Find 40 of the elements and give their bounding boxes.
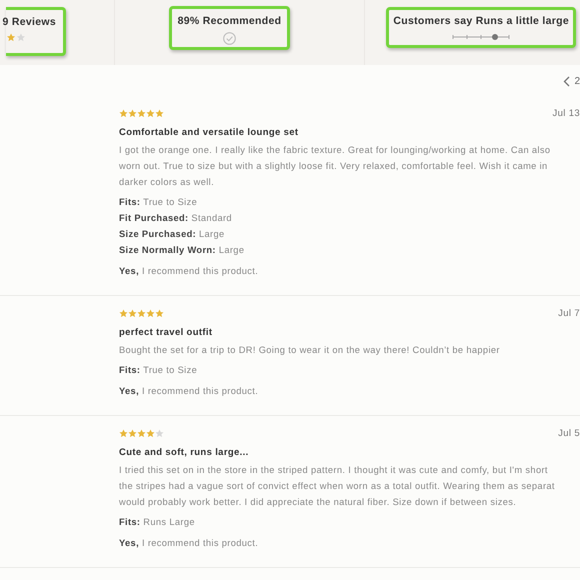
- star-icon: [155, 308, 164, 318]
- review-title: perfect travel outfit: [119, 327, 214, 338]
- previous-page-icon[interactable]: [563, 76, 570, 86]
- star-icon: [155, 108, 164, 118]
- star-icon: [119, 108, 128, 118]
- star-icon: [137, 428, 146, 438]
- star-icon: [119, 308, 128, 318]
- star-icon: [146, 108, 155, 118]
- review-title: Comfortable and versatile lounge set: [119, 127, 300, 138]
- fit-detail: Fits: True to Size: [119, 364, 198, 377]
- recommend-note: Yes, I recommend this product.: [119, 538, 258, 548]
- review-date: Jul 7: [558, 308, 580, 318]
- review-date: Jul 13: [552, 108, 580, 118]
- fit-detail: Fit Purchased: Standard: [119, 212, 232, 225]
- star-icon: [146, 308, 155, 318]
- recommend-note: Yes, I recommend this product.: [119, 266, 258, 276]
- review-text: Bought the set for a trip to DR! Going to wear it on the way there! Couldn’t be happier: [119, 344, 501, 357]
- fit-summary: Customers say Runs a little large: [393, 15, 569, 27]
- star-icon: [137, 108, 146, 118]
- star-icon: [137, 308, 146, 318]
- fit-detail: Fits: Runs Large: [119, 516, 195, 529]
- star-icon: [119, 428, 128, 438]
- fit-detail: Size Purchased: Large: [119, 228, 225, 241]
- page-number[interactable]: 2: [574, 76, 580, 86]
- star-rating-icon: [6, 33, 26, 42]
- review-text: I tried this set on in the store in the striped pattern. I thought it was cute and comfy, but I'm short the stripes had a vague sort of convict effect when worn as a total outfit. Wearing them as separat would probably work better. I did appreciate the natural fiber. Size down if between sizes.: [119, 464, 556, 509]
- review-title: Cute and soft, runs large...: [119, 447, 250, 458]
- review-date: Jul 5: [558, 428, 580, 438]
- recommend-percentage: 89% Recommended: [178, 15, 282, 27]
- star-icon: [128, 108, 137, 118]
- fit-detail: Fits: True to Size: [119, 196, 198, 209]
- review-count: 9 Reviews: [2, 16, 56, 28]
- star-icon: [155, 428, 164, 438]
- recommend-note: Yes, I recommend this product.: [119, 386, 258, 396]
- star-icon: [128, 428, 137, 438]
- check-circle-icon: [222, 32, 236, 45]
- fit-detail: Size Normally Worn: Large: [119, 244, 244, 257]
- review-text: I got the orange one. I really like the fabric texture. Great for lounging/working at home. Can also worn out. True to size but with a slightly loose fit. Very relaxed, comfortable feel. Wish it came in darker colors as well.: [119, 144, 552, 189]
- star-icon: [146, 428, 155, 438]
- star-icon: [128, 308, 137, 318]
